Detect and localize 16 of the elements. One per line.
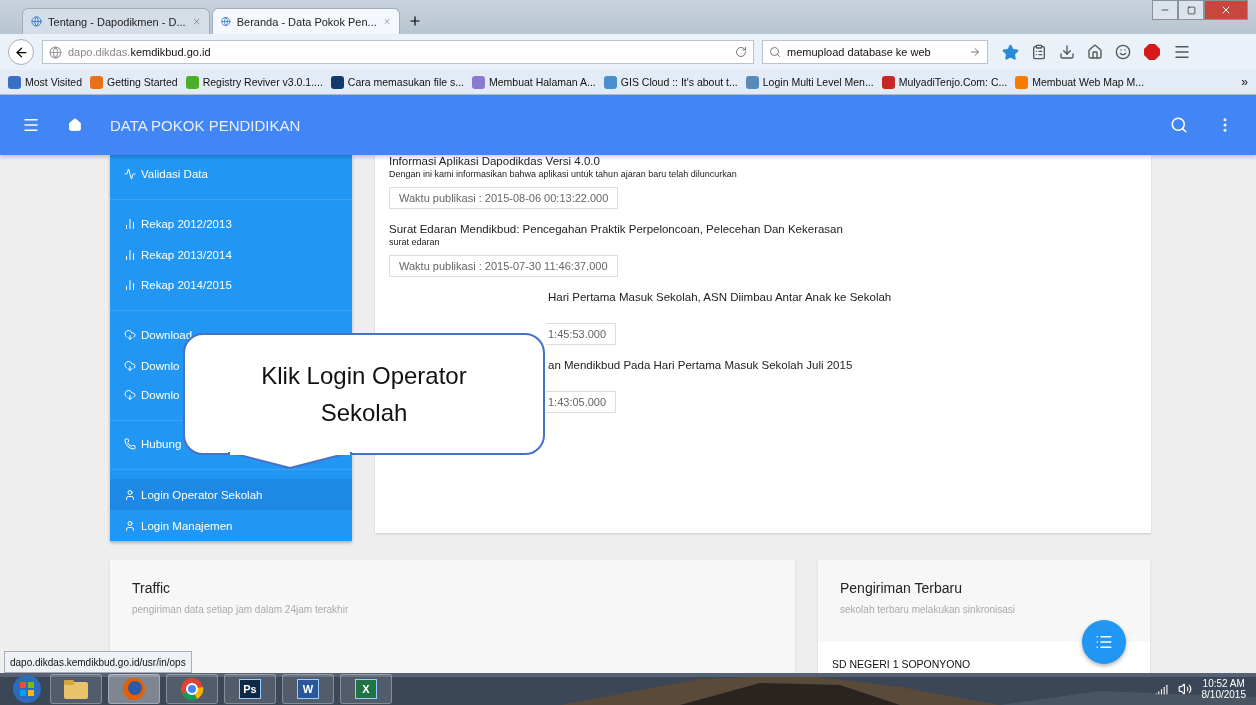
card-subtitle: sekolah terbaru melakukan sinkronisasi: [840, 604, 1017, 615]
excel-icon: X: [355, 679, 377, 699]
publish-time: 1:43:05.000: [546, 391, 617, 413]
photoshop-icon: Ps: [239, 679, 261, 699]
publish-time: Waktu publikasi : 2015-07-30 11:46:37.000: [389, 255, 618, 277]
status-url: dapo.dikdas.kemdikbud.go.id/usr/in/ops: [4, 651, 192, 673]
word-icon: W: [297, 679, 319, 699]
news-summary: Dengan ini kami informasikan bahwa aplikasi untuk tahun ajaran baru telah diluncurkan: [389, 169, 737, 179]
card-subtitle: pengiriman data setiap jam dalam 24jam terakhir: [132, 604, 350, 615]
publish-time: 1:45:53.000: [546, 323, 617, 345]
school-name: SD NEGERI 1 SOPONYONO: [832, 658, 971, 670]
app-title: DATA POKOK PENDIDIKAN: [110, 116, 302, 134]
publish-time: Waktu publikasi : 2015-08-06 00:13:22.000: [389, 187, 619, 209]
news-summary: surat edaran: [389, 237, 440, 247]
card-title: Traffic: [132, 580, 172, 596]
card-title: Pengiriman Terbaru: [840, 580, 963, 596]
